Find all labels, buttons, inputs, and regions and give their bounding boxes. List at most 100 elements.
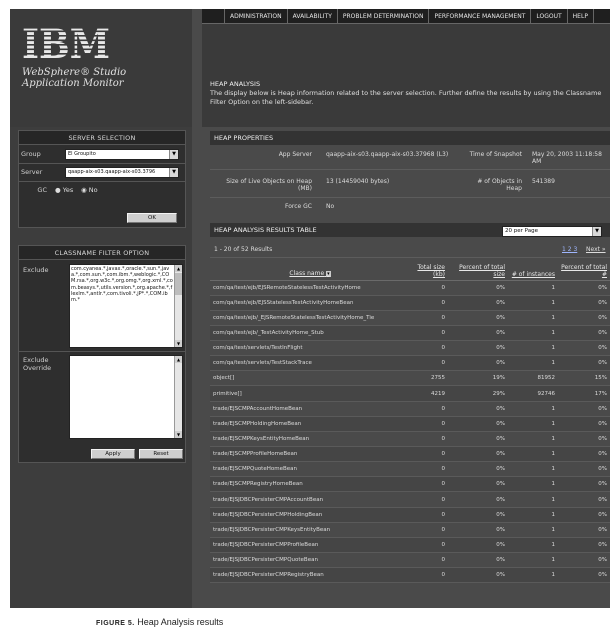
cell-percent-size: 0% bbox=[448, 491, 508, 508]
cell-percent-size: 0% bbox=[448, 340, 508, 357]
scroll-thumb[interactable] bbox=[175, 273, 182, 295]
cell-class-name: trade/EJSJDBCPersisterCMPQuoteBean bbox=[210, 552, 410, 569]
app-server-label: App Server bbox=[278, 151, 312, 158]
cell-class-name: primitive[] bbox=[210, 385, 410, 402]
table-row: trade/EJSJDBCPersisterCMPProfileBean 0 0% 1… bbox=[210, 537, 610, 554]
server-select[interactable]: qaapp-aix-s03.qaapp-aix-s03.3796 ▼ bbox=[65, 167, 179, 178]
cell-class-name: trade/EJSCMPHoldingHomeBean bbox=[210, 416, 410, 432]
cell-percent-size: 0% bbox=[448, 446, 508, 463]
chevron-down-icon[interactable]: ▼ bbox=[592, 227, 601, 236]
cell-total-size: 0 bbox=[410, 295, 448, 311]
sort-icon[interactable]: ▾ bbox=[326, 270, 331, 277]
scroll-down-icon[interactable]: ▼ bbox=[175, 431, 182, 438]
scroll-up-icon[interactable]: ▲ bbox=[175, 265, 182, 272]
cell-percent-size: 0% bbox=[448, 552, 508, 569]
gc-label: GC bbox=[37, 186, 47, 194]
cell-instances: 92746 bbox=[508, 385, 558, 402]
cell-instances: 1 bbox=[508, 476, 558, 493]
cell-percent-size: 0% bbox=[448, 461, 508, 478]
chevron-down-icon[interactable]: ▼ bbox=[169, 150, 178, 159]
cell-instances: 1 bbox=[508, 507, 558, 523]
cell-instances: 1 bbox=[508, 416, 558, 432]
divider bbox=[210, 169, 610, 170]
cell-total-size: 0 bbox=[410, 446, 448, 463]
cell-percent-size: 0% bbox=[448, 401, 508, 417]
ok-button[interactable]: OK bbox=[127, 213, 177, 223]
table-row: com/qa/test/ejb/_EJSRemoteStatelessTestA… bbox=[210, 310, 610, 326]
cell-total-size: 0 bbox=[410, 537, 448, 554]
cell-class-name: com/qa/test/ejb/EJSStatelessTestActivity… bbox=[210, 295, 410, 311]
cell-percent-size: 0% bbox=[448, 416, 508, 432]
figure-caption-text: Heap Analysis results bbox=[137, 617, 224, 627]
cell-percent-count: 0% bbox=[558, 507, 610, 523]
pagination-pages[interactable]: 1 2 3 bbox=[562, 246, 577, 253]
cell-percent-size: 0% bbox=[448, 355, 508, 372]
table-row: trade/EJSJDBCPersisterCMPKeysEntityBean 0… bbox=[210, 522, 610, 538]
scroll-up-icon[interactable]: ▲ bbox=[175, 356, 182, 363]
exclude-scrollbar[interactable]: ▲ ▼ bbox=[174, 265, 182, 347]
cell-instances: 1 bbox=[508, 522, 558, 538]
col-percent-total-size[interactable]: Percent of total size bbox=[448, 260, 508, 281]
col-class-name[interactable]: Class name ▾ bbox=[210, 260, 410, 281]
nav-help[interactable]: HELP bbox=[568, 9, 594, 24]
table-row: com/qa/test/ejb/EJSRemoteStatelessTestAc… bbox=[210, 280, 610, 296]
override-scrollbar[interactable]: ▲ ▼ bbox=[174, 356, 182, 438]
reset-button[interactable]: Reset bbox=[139, 449, 183, 459]
page-header: HEAP ANALYSIS The display below is Heap … bbox=[202, 24, 610, 127]
cell-percent-size: 0% bbox=[448, 431, 508, 448]
cell-class-name: trade/EJSCMPProfileHomeBean bbox=[210, 446, 410, 463]
server-selection-title: SERVER SELECTION bbox=[19, 131, 185, 145]
cell-total-size: 4219 bbox=[410, 385, 448, 402]
results-table-body: com/qa/test/ejb/EJSRemoteStatelessTestAc… bbox=[210, 280, 610, 584]
cell-class-name: trade/EJSCMPRegistryHomeBean bbox=[210, 476, 410, 493]
nav-logout[interactable]: LOGOUT bbox=[531, 9, 568, 24]
cell-percent-count: 0% bbox=[558, 325, 610, 342]
cell-instances: 1 bbox=[508, 325, 558, 342]
per-page-select[interactable]: 20 per Page ▼ bbox=[502, 226, 602, 237]
gc-yes-radio[interactable]: ● Yes bbox=[55, 186, 73, 194]
cell-percent-size: 29% bbox=[448, 385, 508, 402]
table-row: object[] 2755 19% 81952 15% bbox=[210, 370, 610, 387]
cell-class-name: trade/EJSJDBCPersisterCMPAccountBean bbox=[210, 491, 410, 508]
table-header-row: Class name ▾ Total size (kb) Percent of … bbox=[210, 260, 610, 281]
exclude-textarea[interactable]: com.cyanea.*,javax.*,oracle.*,sun.*,java… bbox=[69, 264, 183, 348]
product-name-line1: WebSphere® Studio bbox=[22, 67, 127, 78]
col-instances[interactable]: # of instances bbox=[508, 260, 558, 281]
group-select[interactable]: El Groupito ▼ bbox=[65, 149, 179, 160]
table-row: trade/EJSCMPKeysEntityHomeBean 0 0% 1 0% bbox=[210, 431, 610, 448]
nav-administration[interactable]: ADMINISTRATION bbox=[224, 9, 288, 24]
cell-total-size: 0 bbox=[410, 507, 448, 523]
live-size-label: Size of Live Objects on Heap (MB) bbox=[226, 178, 312, 192]
cell-percent-count: 0% bbox=[558, 355, 610, 372]
cell-percent-size: 0% bbox=[448, 522, 508, 538]
apply-button[interactable]: Apply bbox=[91, 449, 135, 459]
table-row: com/qa/test/ejb/_TestActivityHome_Stub 0 0… bbox=[210, 325, 610, 342]
cell-total-size: 0 bbox=[410, 491, 448, 508]
cell-total-size: 0 bbox=[410, 567, 448, 584]
cell-instances: 1 bbox=[508, 537, 558, 554]
gc-no-radio[interactable]: ◉ No bbox=[81, 186, 98, 194]
nav-problem-determination[interactable]: PROBLEM DETERMINATION bbox=[338, 9, 430, 24]
cell-class-name: trade/EJSJDBCPersisterCMPProfileBean bbox=[210, 537, 410, 554]
col-percent-total-count[interactable]: Percent of total # bbox=[558, 260, 610, 281]
exclude-override-textarea[interactable]: ▲ ▼ bbox=[69, 355, 183, 439]
chevron-down-icon[interactable]: ▼ bbox=[169, 168, 178, 177]
nav-performance-management[interactable]: PERFORMANCE MANAGEMENT bbox=[429, 9, 532, 24]
nav-availability[interactable]: AVAILABILITY bbox=[288, 9, 338, 24]
cell-instances: 1 bbox=[508, 355, 558, 372]
col-total-size[interactable]: Total size (kb) bbox=[410, 260, 448, 281]
table-row: trade/EJSCMPRegistryHomeBean 0 0% 1 0% bbox=[210, 476, 610, 493]
table-row: trade/EJSJDBCPersisterCMPHoldingBean 0 0% 1… bbox=[210, 507, 610, 523]
results-range: 1 - 20 of 52 Results bbox=[214, 246, 273, 253]
cell-class-name: trade/EJSCMPAccountHomeBean bbox=[210, 401, 410, 417]
cell-total-size: 0 bbox=[410, 476, 448, 493]
next-page-link[interactable]: Next » bbox=[586, 246, 606, 253]
cell-total-size: 0 bbox=[410, 280, 448, 296]
table-row: trade/EJSCMPHoldingHomeBean 0 0% 1 0% bbox=[210, 416, 610, 432]
cell-percent-size: 0% bbox=[448, 567, 508, 584]
heap-properties-title: HEAP PROPERTIES bbox=[210, 131, 610, 145]
cell-instances: 1 bbox=[508, 280, 558, 296]
ibm-logo: IBM bbox=[22, 25, 114, 63]
scroll-down-icon[interactable]: ▼ bbox=[175, 340, 182, 347]
cell-total-size: 0 bbox=[410, 461, 448, 478]
